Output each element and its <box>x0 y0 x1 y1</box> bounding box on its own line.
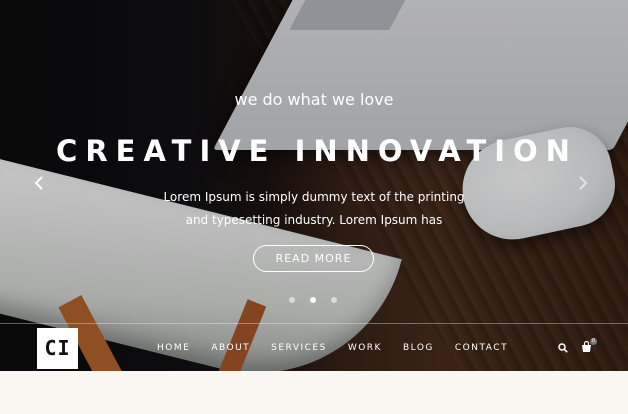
nav-item-services[interactable]: SERVICES <box>271 343 327 353</box>
hero-tagline: we do what we love <box>234 90 394 109</box>
nav-item-about[interactable]: ABOUT <box>211 343 250 353</box>
chevron-right-icon <box>579 176 588 190</box>
slider-dot-1[interactable] <box>289 297 295 303</box>
nav-item-contact[interactable]: CONTACT <box>455 343 508 353</box>
hero-slider: we do what we love CREATIVE INNOVATION L… <box>0 0 628 371</box>
cart-count-badge: 0 <box>590 338 597 345</box>
read-more-button[interactable]: READ MORE <box>253 245 374 272</box>
nav-menu: HOME ABOUT SERVICES WORK BLOG CONTACT <box>157 343 529 353</box>
hero-description: Lorem Ipsum is simply dummy text of the … <box>163 190 465 227</box>
slider-dots <box>289 297 337 303</box>
nav-item-home[interactable]: HOME <box>157 343 190 353</box>
slider-dot-3[interactable] <box>331 297 337 303</box>
main-navbar: CI HOME ABOUT SERVICES WORK BLOG CONTACT… <box>0 323 628 371</box>
page-content-area <box>0 371 628 414</box>
search-icon[interactable] <box>558 343 568 353</box>
slider-next-button[interactable] <box>578 174 588 194</box>
site-logo[interactable]: CI <box>37 328 78 369</box>
hero-headline: CREATIVE INNOVATION <box>56 134 578 168</box>
nav-item-blog[interactable]: BLOG <box>403 343 434 353</box>
slider-dot-2[interactable] <box>310 297 316 303</box>
chevron-left-icon <box>34 176 43 190</box>
slider-prev-button[interactable] <box>34 174 44 194</box>
nav-item-work[interactable]: WORK <box>348 343 382 353</box>
